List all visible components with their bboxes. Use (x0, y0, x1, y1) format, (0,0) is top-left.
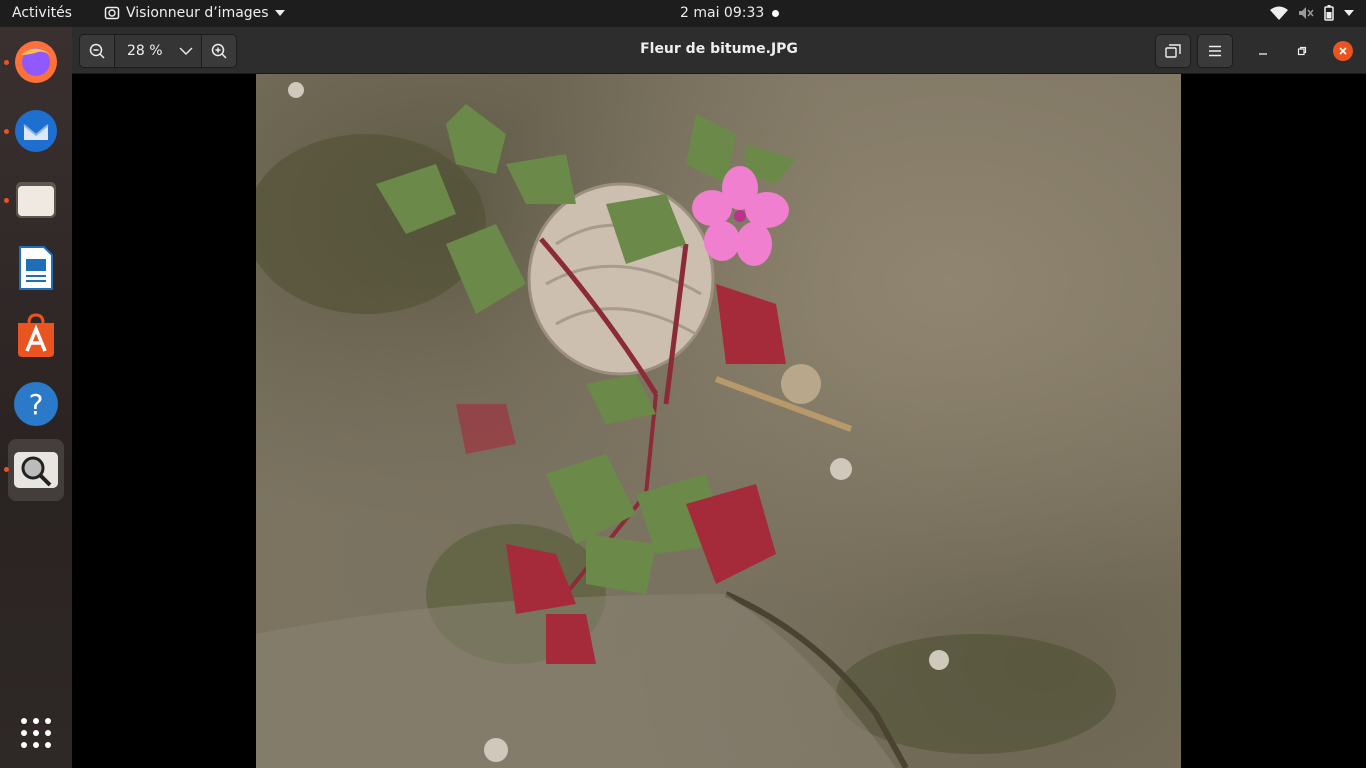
help-icon: ? (14, 382, 58, 426)
top-bar: Activités Visionneur d’images 2 mai 09:3… (0, 0, 1366, 27)
show-apps-button[interactable] (8, 705, 64, 761)
running-indicator (4, 60, 9, 65)
clock[interactable]: 2 mai 09:33 (680, 5, 764, 21)
image-viewer-area[interactable] (72, 74, 1366, 768)
caret-down-icon (274, 10, 285, 16)
gallery-button[interactable] (1155, 34, 1191, 68)
image-viewer-small-icon (104, 6, 120, 20)
grid-icon (21, 718, 51, 748)
dock-item-help[interactable]: ? (8, 376, 64, 432)
running-indicator (4, 198, 9, 203)
gallery-icon (1165, 44, 1181, 58)
hamburger-menu-icon (1209, 45, 1221, 57)
svg-text:?: ? (29, 388, 44, 421)
system-tray[interactable] (1270, 5, 1354, 21)
caret-down-icon (1344, 10, 1354, 16)
battery-icon (1324, 5, 1334, 21)
main-menu-button[interactable] (1197, 34, 1233, 68)
dock-item-thunderbird[interactable] (4, 103, 64, 159)
dock-item-writer[interactable] (8, 240, 64, 296)
dock-item-files[interactable] (4, 172, 64, 228)
dock-item-firefox[interactable] (4, 34, 64, 90)
dock: ? (0, 27, 72, 768)
wifi-icon (1270, 6, 1288, 20)
writer-icon (19, 246, 53, 290)
close-button[interactable] (1333, 41, 1353, 61)
close-icon (1339, 47, 1347, 55)
dock-item-software[interactable] (8, 308, 64, 364)
minimize-button[interactable] (1253, 41, 1273, 61)
files-icon (16, 182, 56, 218)
app-menu[interactable]: Visionneur d’images (104, 5, 285, 21)
displayed-photo (256, 74, 1181, 768)
thunderbird-icon (15, 110, 57, 152)
running-indicator (4, 467, 9, 472)
minimize-icon (1259, 53, 1267, 55)
notification-dot (772, 10, 779, 17)
dock-item-image-viewer[interactable] (4, 439, 64, 501)
app-menu-label: Visionneur d’images (126, 5, 269, 21)
photo-content (256, 82, 1116, 768)
activities-button[interactable]: Activités (12, 5, 72, 21)
maximize-button[interactable] (1292, 41, 1312, 61)
firefox-icon (15, 41, 57, 83)
running-indicator (4, 129, 9, 134)
restore-icon (1297, 46, 1307, 56)
image-viewer-icon (14, 452, 58, 488)
volume-muted-icon (1299, 7, 1314, 19)
header-bar: 28 % Fleur de bitume.JPG (72, 27, 1366, 74)
software-store-icon (18, 313, 54, 357)
